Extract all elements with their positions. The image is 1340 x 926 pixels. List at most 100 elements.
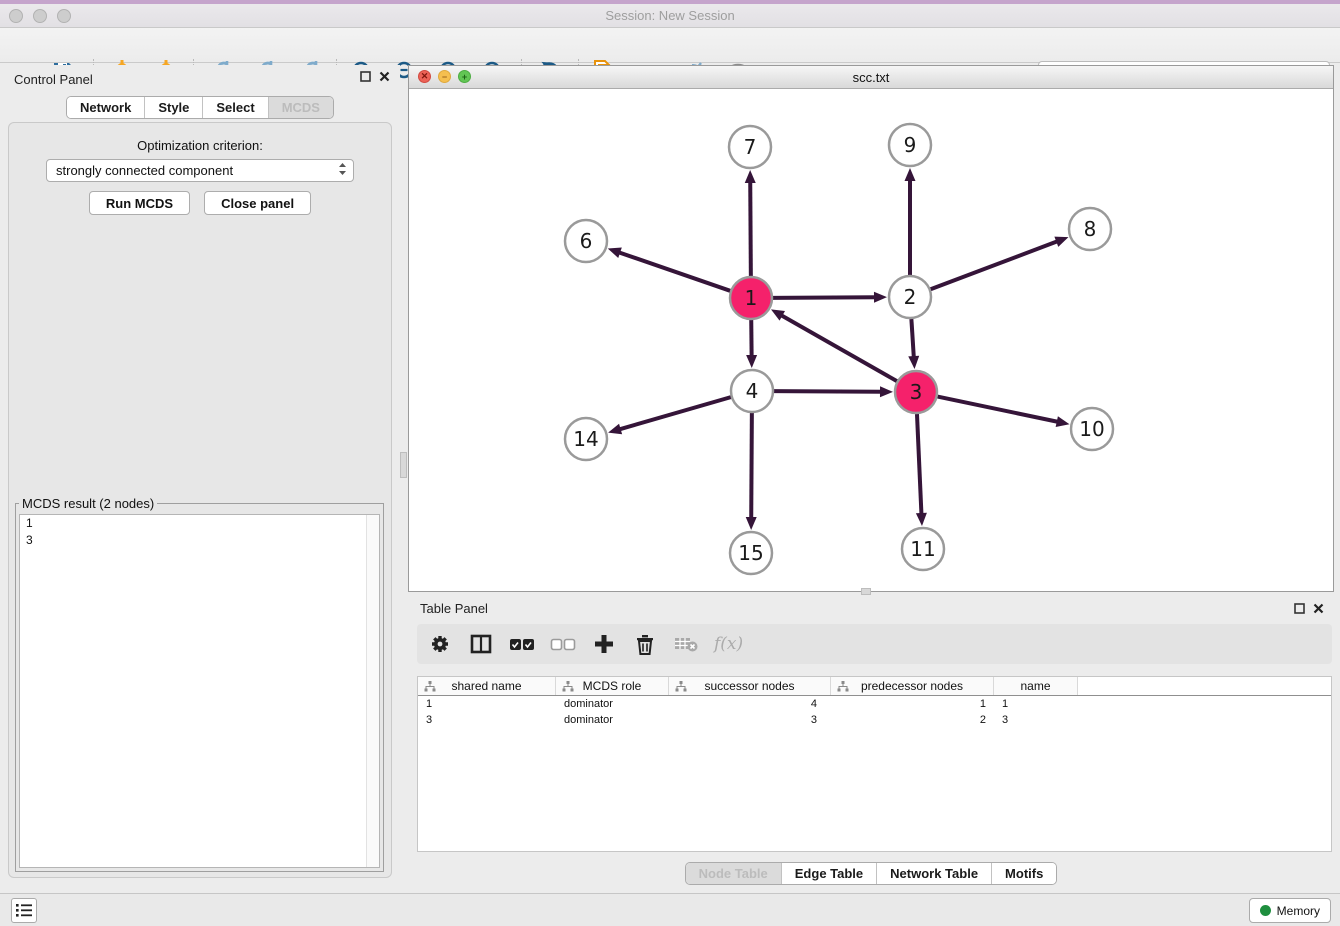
graph-edge-4-3[interactable] [774, 391, 882, 392]
mcds-result-title: MCDS result (2 nodes) [19, 496, 157, 511]
graph-edge-4-15[interactable] [751, 413, 752, 519]
control-panel-tabgroup: Network Style Select MCDS [66, 96, 334, 119]
col-name[interactable]: name [994, 677, 1078, 695]
network-graph[interactable]: 7 9 6 8 1 2 4 3 14 10 15 11 [409, 89, 1333, 591]
tab-motifs[interactable]: Motifs [992, 863, 1056, 884]
graph-edge-arrowhead [746, 355, 757, 368]
table-toolbar: f(x) [417, 624, 1332, 664]
graph-node-label: 7 [744, 135, 757, 159]
graph-node-label: 2 [904, 285, 917, 309]
table-tabgroup: Node Table Edge Table Network Table Moti… [685, 862, 1058, 885]
col-shared-name[interactable]: shared name [418, 677, 556, 695]
table-panel: Table Panel f(x) shared [408, 597, 1334, 890]
graph-node-label: 8 [1084, 217, 1097, 241]
graph-edge-2-8[interactable] [931, 241, 1059, 289]
tab-network[interactable]: Network [67, 97, 145, 118]
graph-edge-1-6[interactable] [618, 252, 730, 291]
graph-edge-arrowhead [905, 168, 916, 181]
window-titlebar: Session: New Session [0, 0, 1340, 28]
col-mcds-role[interactable]: MCDS role [556, 677, 669, 695]
column-type-icon [675, 681, 687, 692]
tab-select[interactable]: Select [203, 97, 268, 118]
mcds-panel: Optimization criterion: strongly connect… [8, 122, 392, 878]
float-panel-icon[interactable] [360, 71, 371, 82]
graph-node-label: 6 [580, 229, 593, 253]
graph-node-label: 11 [910, 537, 935, 561]
graph-edge-arrowhead [880, 386, 893, 397]
titlebar-accent [0, 0, 1340, 4]
show-columns-icon[interactable] [468, 631, 494, 657]
result-item: 3 [20, 532, 379, 549]
optimization-criterion-label: Optimization criterion: [9, 138, 391, 153]
horizontal-splitter-handle[interactable] [861, 588, 871, 595]
network-window-titlebar[interactable]: ✕ − + scc.txt [409, 66, 1333, 89]
run-mcds-button[interactable]: Run MCDS [89, 191, 190, 215]
apply-function-icon[interactable]: f(x) [714, 634, 743, 654]
graph-edge-2-3[interactable] [911, 319, 913, 358]
graph-node-label: 1 [745, 286, 758, 310]
deselect-all-icon[interactable] [550, 631, 576, 657]
graph-edge-1-2[interactable] [773, 297, 876, 298]
network-window: ✕ − + scc.txt 7 9 6 8 1 2 4 3 14 10 15 11 [408, 65, 1334, 592]
close-panel-icon[interactable] [1313, 603, 1324, 614]
column-type-icon [424, 681, 436, 692]
network-canvas[interactable]: 7 9 6 8 1 2 4 3 14 10 15 11 [409, 89, 1333, 591]
control-panel-title: Control Panel [14, 72, 93, 87]
task-list-icon [16, 904, 32, 917]
graph-edge-3-11[interactable] [917, 414, 922, 515]
network-view-title: scc.txt [409, 70, 1333, 85]
control-panel: Control Panel Network Style Select MCDS … [0, 65, 400, 890]
tab-node-table[interactable]: Node Table [686, 863, 782, 884]
col-predecessor-nodes[interactable]: predecessor nodes [831, 677, 994, 695]
add-row-icon[interactable] [591, 631, 617, 657]
table-row[interactable]: 3 dominator 3 2 3 [418, 712, 1331, 728]
col-successor-nodes[interactable]: successor nodes [669, 677, 831, 695]
tab-network-table[interactable]: Network Table [877, 863, 992, 884]
memory-status-icon [1260, 905, 1271, 916]
table-row[interactable]: 1 dominator 4 1 1 [418, 696, 1331, 712]
graph-node-label: 15 [738, 541, 763, 565]
result-item: 1 [20, 515, 379, 532]
select-all-icon[interactable] [509, 631, 535, 657]
delete-column-icon[interactable] [673, 631, 699, 657]
graph-node-label: 9 [904, 133, 917, 157]
column-type-icon [837, 681, 849, 692]
graph-edge-arrowhead [916, 513, 927, 526]
graph-edge-arrowhead [608, 424, 622, 435]
delete-row-icon[interactable] [632, 631, 658, 657]
table-panel-title: Table Panel [420, 601, 488, 616]
node-table[interactable]: shared name MCDS role successor nodes pr… [417, 676, 1332, 852]
node-table-header: shared name MCDS role successor nodes pr… [418, 677, 1331, 696]
graph-node-label: 14 [573, 427, 598, 451]
vertical-splitter-handle[interactable] [400, 452, 407, 478]
main-toolbar [0, 28, 1340, 63]
graph-edge-4-14[interactable] [619, 397, 731, 429]
graph-node-label: 4 [746, 379, 759, 403]
chevron-updown-icon [338, 162, 347, 179]
close-panel-button[interactable]: Close panel [204, 191, 311, 215]
criterion-value: strongly connected component [56, 163, 233, 178]
graph-edge-3-10[interactable] [938, 397, 1059, 422]
task-history-button[interactable] [11, 898, 37, 923]
criterion-dropdown[interactable]: strongly connected component [46, 159, 354, 182]
status-bar: Memory [0, 893, 1340, 926]
tab-style[interactable]: Style [145, 97, 203, 118]
graph-edge-arrowhead [874, 292, 887, 303]
graph-edge-arrowhead [1056, 416, 1070, 427]
close-panel-icon[interactable] [379, 71, 390, 82]
tab-edge-table[interactable]: Edge Table [782, 863, 877, 884]
result-scrollbar[interactable] [366, 515, 379, 867]
graph-node-label: 10 [1079, 417, 1104, 441]
tab-mcds[interactable]: MCDS [269, 97, 333, 118]
table-settings-icon[interactable] [427, 631, 453, 657]
graph-edge-1-7[interactable] [750, 181, 751, 276]
column-type-icon [562, 681, 574, 692]
graph-node-label: 3 [910, 380, 923, 404]
float-panel-icon[interactable] [1294, 603, 1305, 614]
graph-edge-arrowhead [1054, 237, 1068, 247]
graph-edge-arrowhead [745, 170, 756, 183]
mcds-result-list[interactable]: 1 3 [19, 514, 380, 868]
window-title: Session: New Session [0, 8, 1340, 23]
memory-button[interactable]: Memory [1249, 898, 1331, 923]
graph-edge-3-1[interactable] [781, 315, 897, 381]
